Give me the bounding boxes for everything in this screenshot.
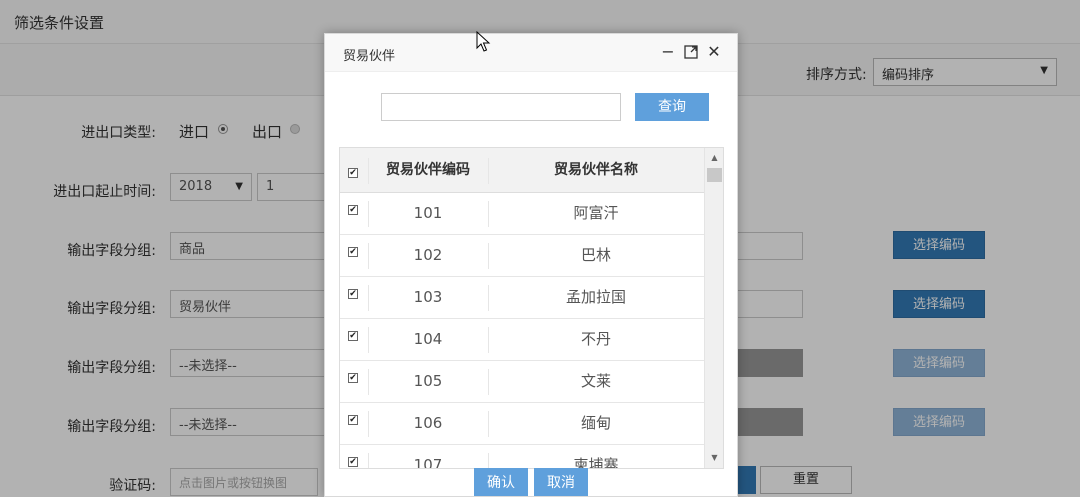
- row-name: 文莱: [580, 372, 611, 390]
- table-scrollbar[interactable]: ▲ ▼: [704, 148, 723, 468]
- table-row[interactable]: ✔ 105 文莱: [340, 361, 704, 403]
- minimize-icon[interactable]: −: [659, 43, 677, 61]
- mouse-cursor-icon: [476, 31, 491, 52]
- trade-partner-dialog: 贸易伙伴 − ✕ 查询 ✔ 贸易伙伴编码 贸易伙伴名称 ✔ 101 阿富汗 ✔: [324, 33, 738, 497]
- table-header: ✔ 贸易伙伴编码 贸易伙伴名称: [340, 148, 704, 193]
- row-name: 不丹: [580, 330, 611, 348]
- scroll-thumb[interactable]: [707, 168, 722, 182]
- row-code: 102: [413, 246, 443, 264]
- partner-table: ✔ 贸易伙伴编码 贸易伙伴名称 ✔ 101 阿富汗 ✔ 102 巴林 ✔ 103…: [339, 147, 724, 469]
- row-code: 105: [413, 372, 443, 390]
- table-row[interactable]: ✔ 103 孟加拉国: [340, 277, 704, 319]
- table-row[interactable]: ✔ 102 巴林: [340, 235, 704, 277]
- dialog-title: 贸易伙伴: [343, 49, 396, 64]
- row-checkbox[interactable]: ✔: [348, 289, 358, 299]
- query-button[interactable]: 查询: [635, 93, 709, 121]
- cancel-button[interactable]: 取消: [534, 468, 588, 496]
- row-checkbox[interactable]: ✔: [348, 415, 358, 425]
- row-name: 孟加拉国: [565, 288, 626, 306]
- maximize-icon[interactable]: [682, 43, 700, 61]
- row-name: 阿富汗: [573, 204, 619, 222]
- row-checkbox[interactable]: ✔: [348, 373, 358, 383]
- row-checkbox[interactable]: ✔: [348, 205, 358, 215]
- row-code: 104: [413, 330, 443, 348]
- column-header-name[interactable]: 贸易伙伴名称: [488, 148, 704, 193]
- select-all-checkbox[interactable]: ✔: [348, 168, 358, 178]
- table-row[interactable]: ✔ 107 柬埔寨: [340, 445, 704, 469]
- row-code: 106: [413, 414, 443, 432]
- confirm-button[interactable]: 确认: [474, 468, 528, 496]
- row-checkbox[interactable]: ✔: [348, 331, 358, 341]
- dialog-header: 贸易伙伴 − ✕: [325, 34, 737, 72]
- partner-search-input[interactable]: [381, 93, 621, 121]
- table-row[interactable]: ✔ 101 阿富汗: [340, 193, 704, 235]
- scroll-up-icon[interactable]: ▲: [705, 150, 723, 166]
- row-code: 103: [413, 288, 443, 306]
- row-name: 巴林: [580, 246, 611, 264]
- close-icon[interactable]: ✕: [705, 43, 723, 61]
- table-row[interactable]: ✔ 106 缅甸: [340, 403, 704, 445]
- row-code: 107: [413, 456, 443, 469]
- row-name: 柬埔寨: [573, 456, 619, 469]
- row-name: 缅甸: [580, 414, 611, 432]
- column-header-code[interactable]: 贸易伙伴编码: [368, 148, 488, 193]
- scroll-down-icon[interactable]: ▼: [705, 450, 723, 466]
- table-row[interactable]: ✔ 104 不丹: [340, 319, 704, 361]
- row-code: 101: [413, 204, 443, 222]
- row-checkbox[interactable]: ✔: [348, 457, 358, 467]
- row-checkbox[interactable]: ✔: [348, 247, 358, 257]
